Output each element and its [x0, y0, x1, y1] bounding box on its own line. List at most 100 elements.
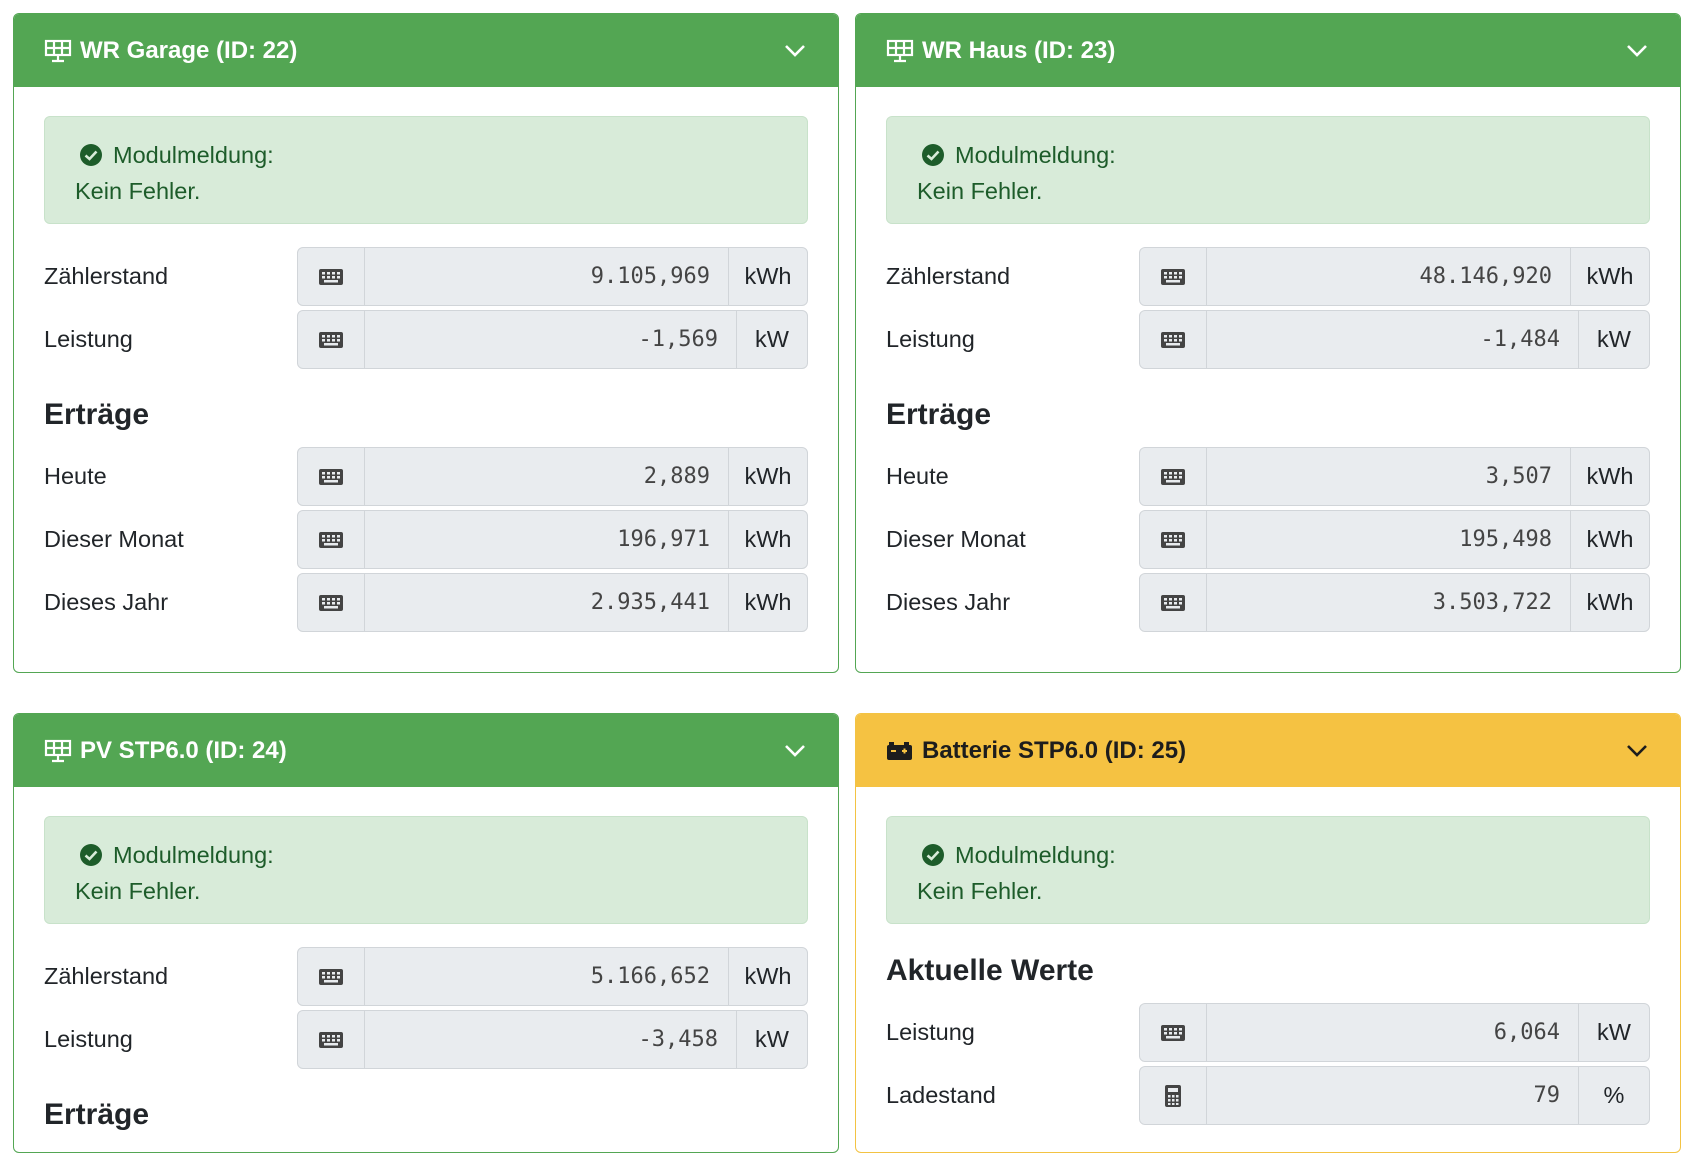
month-unit: kWh	[728, 511, 807, 568]
year-row: Dieses Jahr 2.935,441 kWh	[44, 573, 808, 632]
today-value: 3,507	[1485, 464, 1552, 489]
solar-panel-icon	[44, 38, 74, 64]
chevron-down-icon[interactable]	[782, 38, 808, 64]
year-unit: kWh	[1570, 574, 1649, 631]
meter-label: Zählerstand	[44, 963, 169, 989]
power-unit: kW	[736, 1011, 807, 1068]
today-input-group: 3,507 kWh	[1139, 447, 1650, 506]
meter-unit: kWh	[728, 248, 807, 305]
month-input-group: 195,498 kWh	[1139, 510, 1650, 569]
soc-label: Ladestand	[886, 1082, 996, 1108]
solar-panel-icon	[44, 738, 74, 764]
alert-heading: Modulmeldung:	[113, 842, 274, 868]
meter-input-group: 5.166,652 kWh	[297, 947, 808, 1006]
month-unit: kWh	[1570, 511, 1649, 568]
keyboard-icon	[298, 1011, 365, 1068]
card-pv-stp: PV STP6.0 (ID: 24) Modulmeldung: Kein Fe…	[13, 713, 839, 1153]
card-header[interactable]: PV STP6.0 (ID: 24)	[14, 714, 838, 787]
today-input-group: 2,889 kWh	[297, 447, 808, 506]
power-row: Leistung 6,064 kW	[886, 1003, 1650, 1062]
month-label: Dieser Monat	[886, 526, 1026, 552]
power-label: Leistung	[44, 1026, 133, 1052]
soc-input-group: 79 %	[1139, 1066, 1650, 1125]
keyboard-icon	[298, 448, 365, 505]
alert-text: Kein Fehler.	[75, 178, 201, 204]
year-label: Dieses Jahr	[44, 589, 169, 615]
power-row: Leistung -1,484 kW	[886, 310, 1650, 369]
meter-label: Zählerstand	[886, 263, 1011, 289]
card-header[interactable]: WR Haus (ID: 23)	[856, 14, 1680, 87]
keyboard-icon	[298, 948, 365, 1005]
year-unit: kWh	[728, 574, 807, 631]
power-value: -3,458	[638, 1027, 718, 1052]
power-input-group: -1,484 kW	[1139, 310, 1650, 369]
power-unit: kW	[1578, 1004, 1649, 1061]
card-wr-haus: WR Haus (ID: 23) Modulmeldung: Kein Fehl…	[855, 13, 1681, 673]
soc-row: Ladestand 79 %	[886, 1066, 1650, 1125]
current-values-title: Aktuelle Werte	[886, 954, 1094, 987]
power-input-group: -1,569 kW	[297, 310, 808, 369]
year-row: Dieses Jahr 3.503,722 kWh	[886, 573, 1650, 632]
today-label: Heute	[44, 463, 107, 489]
card-title: WR Garage (ID: 22)	[80, 36, 298, 64]
meter-row: Zählerstand 48.146,920 kWh	[886, 247, 1650, 306]
chevron-down-icon[interactable]	[1624, 738, 1650, 764]
module-status-alert: Modulmeldung: Kein Fehler.	[886, 116, 1650, 224]
check-circle-icon	[921, 843, 945, 867]
power-row: Leistung -1,569 kW	[44, 310, 808, 369]
card-title: WR Haus (ID: 23)	[922, 36, 1116, 64]
meter-label: Zählerstand	[44, 263, 169, 289]
alert-heading: Modulmeldung:	[955, 842, 1116, 868]
alert-heading: Modulmeldung:	[955, 142, 1116, 168]
meter-unit: kWh	[1570, 248, 1649, 305]
today-label: Heute	[886, 463, 949, 489]
year-value: 2.935,441	[590, 590, 710, 615]
card-header[interactable]: Batterie STP6.0 (ID: 25)	[856, 714, 1680, 787]
power-row: Leistung -3,458 kW	[44, 1010, 808, 1069]
today-unit: kWh	[728, 448, 807, 505]
month-label: Dieser Monat	[44, 526, 184, 552]
check-circle-icon	[79, 143, 103, 167]
year-value: 3.503,722	[1432, 590, 1552, 615]
solar-panel-icon	[886, 38, 916, 64]
power-value: -1,484	[1480, 327, 1560, 352]
yields-title: Erträge	[44, 1098, 150, 1131]
power-label: Leistung	[44, 326, 133, 352]
keyboard-icon	[298, 511, 365, 568]
today-row: Heute 3,507 kWh	[886, 447, 1650, 506]
chevron-down-icon[interactable]	[782, 738, 808, 764]
power-label: Leistung	[886, 1019, 975, 1045]
meter-input-group: 48.146,920 kWh	[1139, 247, 1650, 306]
power-value: 6,064	[1493, 1020, 1560, 1045]
power-label: Leistung	[886, 326, 975, 352]
keyboard-icon	[1140, 248, 1207, 305]
meter-row: Zählerstand 9.105,969 kWh	[44, 247, 808, 306]
module-status-alert: Modulmeldung: Kein Fehler.	[44, 116, 808, 224]
card-header[interactable]: WR Garage (ID: 22)	[14, 14, 838, 87]
soc-unit: %	[1578, 1067, 1649, 1124]
month-value: 196,971	[617, 527, 710, 552]
chevron-down-icon[interactable]	[1624, 38, 1650, 64]
keyboard-icon	[298, 311, 365, 368]
keyboard-icon	[1140, 1004, 1207, 1061]
today-row: Heute 2,889 kWh	[44, 447, 808, 506]
keyboard-icon	[298, 248, 365, 305]
keyboard-icon	[1140, 448, 1207, 505]
yields-title: Erträge	[44, 398, 150, 431]
month-value: 195,498	[1459, 527, 1552, 552]
keyboard-icon	[1140, 574, 1207, 631]
module-status-alert: Modulmeldung: Kein Fehler.	[886, 816, 1650, 924]
power-unit: kW	[736, 311, 807, 368]
meter-value: 5.166,652	[590, 964, 710, 989]
power-input-group: 6,064 kW	[1139, 1003, 1650, 1062]
year-input-group: 3.503,722 kWh	[1139, 573, 1650, 632]
month-row: Dieser Monat 196,971 kWh	[44, 510, 808, 569]
card-title: Batterie STP6.0 (ID: 25)	[922, 736, 1187, 764]
month-input-group: 196,971 kWh	[297, 510, 808, 569]
power-input-group: -3,458 kW	[297, 1010, 808, 1069]
meter-input-group: 9.105,969 kWh	[297, 247, 808, 306]
keyboard-icon	[1140, 311, 1207, 368]
car-battery-icon	[886, 738, 916, 764]
module-status-alert: Modulmeldung: Kein Fehler.	[44, 816, 808, 924]
meter-unit: kWh	[728, 948, 807, 1005]
